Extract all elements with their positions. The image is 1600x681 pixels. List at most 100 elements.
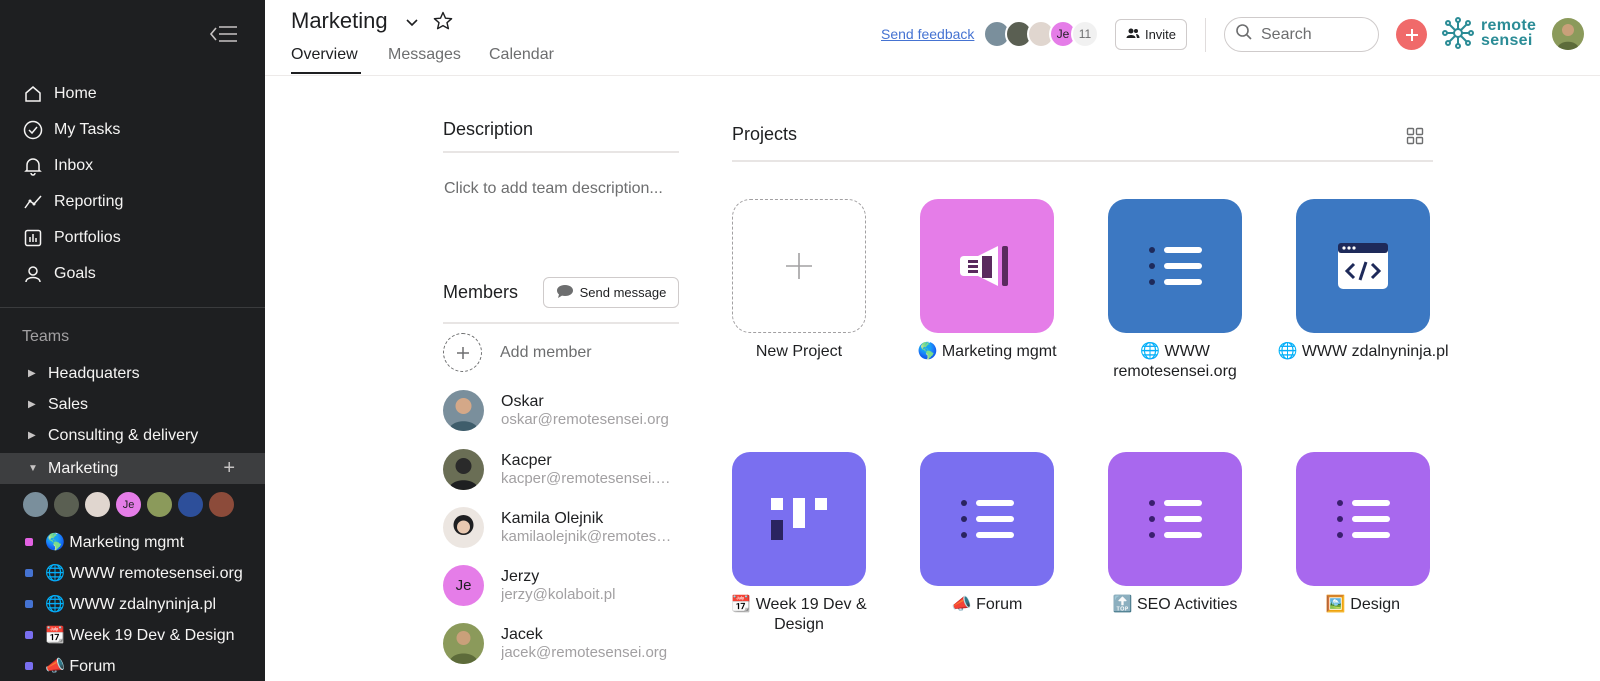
add-to-team-icon[interactable]: + — [223, 457, 235, 480]
list-icon — [1337, 500, 1390, 538]
members-heading: Members — [443, 282, 519, 302]
sidebar-item-my-tasks[interactable]: My Tasks — [0, 112, 265, 148]
member-name: Kamila Olejnik — [501, 509, 604, 527]
avatar: Je — [443, 564, 484, 606]
plus-icon — [1405, 28, 1418, 41]
project-tile-design[interactable] — [1296, 452, 1430, 586]
team-avatars[interactable]: Je 11 — [983, 20, 1099, 48]
avatar-initials: Je — [455, 576, 472, 594]
project-tile-label[interactable]: 📆 Week 19 Dev & Design — [705, 595, 893, 635]
new-project-tile[interactable] — [732, 199, 866, 333]
sidebar-item-home[interactable]: Home — [0, 76, 265, 112]
avatar[interactable] — [53, 491, 80, 518]
tab-calendar[interactable]: Calendar — [489, 46, 554, 64]
speech-bubble-icon — [556, 284, 574, 302]
avatar[interactable] — [146, 491, 173, 518]
project-tile-label[interactable]: 🌎 Marketing mgmt — [893, 342, 1081, 362]
team-headquaters[interactable]: ▶ Headquaters — [0, 358, 265, 389]
project-tile-label[interactable]: 🌐 WWW remotesensei.org — [1081, 342, 1269, 382]
member-row[interactable]: Kacper kacper@remotesensei.org — [443, 447, 683, 491]
tab-overview[interactable]: Overview — [291, 46, 358, 64]
plus-icon — [786, 253, 812, 279]
sidebar-project-link[interactable]: 🌎 Marketing mgmt — [0, 526, 265, 557]
new-project-label[interactable]: New Project — [705, 342, 893, 362]
add-member-button[interactable]: Add member — [443, 333, 592, 372]
check-circle-icon — [22, 119, 44, 141]
avatar[interactable] — [208, 491, 235, 518]
board-icon — [771, 498, 827, 540]
caret-right-icon[interactable]: ▶ — [0, 399, 48, 410]
team-marketing[interactable]: ▼ Marketing + — [0, 453, 265, 484]
star-icon[interactable] — [432, 10, 454, 32]
header-divider — [1205, 18, 1206, 52]
team-sales[interactable]: ▶ Sales — [0, 389, 265, 420]
project-tile-week-19[interactable] — [732, 452, 866, 586]
team-description-field[interactable]: Click to add team description... — [444, 180, 663, 198]
avatar[interactable]: Je — [115, 491, 142, 518]
code-window-icon — [1338, 243, 1388, 289]
list-icon — [1149, 500, 1202, 538]
project-tile-www-zdalnyninja[interactable] — [1296, 199, 1430, 333]
project-tile-seo-activities[interactable] — [1108, 452, 1242, 586]
collapse-sidebar-icon[interactable] — [208, 20, 240, 48]
teams-heading: Teams — [22, 328, 70, 345]
grid-view-icon[interactable] — [1406, 127, 1424, 145]
project-color-square — [25, 537, 33, 546]
caret-right-icon[interactable]: ▶ — [0, 430, 48, 441]
sidebar-item-label: Goals — [54, 265, 96, 282]
sidebar-item-inbox[interactable]: Inbox — [0, 148, 265, 184]
team-consulting-delivery[interactable]: ▶ Consulting & delivery — [0, 420, 265, 451]
project-tile-label[interactable]: 🔝 SEO Activities — [1081, 595, 1269, 615]
caret-right-icon[interactable]: ▶ — [0, 368, 48, 379]
sidebar-project-link[interactable]: 📣 Forum — [0, 650, 265, 681]
project-link-label: 📆 Week 19 Dev & Design — [45, 626, 235, 644]
caret-down-icon[interactable]: ▼ — [0, 463, 48, 474]
sidebar-project-link[interactable]: 🌐 WWW remotesensei.org — [0, 557, 265, 588]
avatar — [443, 506, 484, 548]
member-email: kacper@remotesensei.org — [501, 469, 676, 487]
project-tile-www-remotesensei[interactable] — [1108, 199, 1242, 333]
avatar-initials: Je — [122, 498, 135, 511]
sidebar-item-reporting[interactable]: Reporting — [0, 184, 265, 220]
project-tile-label[interactable]: 🖼️ Design — [1269, 595, 1457, 615]
invite-button[interactable]: Invite — [1115, 19, 1187, 50]
member-count-badge[interactable]: 11 — [1071, 20, 1099, 48]
user-avatar[interactable] — [1552, 18, 1584, 50]
avatar[interactable] — [22, 491, 49, 518]
search-icon — [1235, 23, 1253, 46]
project-color-square — [25, 661, 33, 670]
quick-add-button[interactable] — [1396, 19, 1427, 50]
projects-divider — [732, 160, 1433, 162]
sidebar-project-link[interactable]: 📆 Week 19 Dev & Design — [0, 619, 265, 650]
send-message-button[interactable]: Send message — [543, 277, 679, 308]
logo-line-1: remote — [1481, 17, 1537, 34]
chevron-down-icon[interactable] — [402, 12, 422, 32]
project-link-label: 🌎 Marketing mgmt — [45, 533, 185, 551]
sidebar-item-portfolios[interactable]: Portfolios — [0, 220, 265, 256]
avatar[interactable] — [84, 491, 111, 518]
sidebar-item-label: My Tasks — [54, 121, 121, 138]
sidebar-item-goals[interactable]: Goals — [0, 256, 265, 292]
list-icon — [1149, 247, 1202, 285]
project-tile-label[interactable]: 🌐 WWW zdalnyninja.pl — [1269, 342, 1457, 362]
team-label: Sales — [48, 395, 89, 413]
description-heading: Description — [443, 119, 534, 139]
send-feedback-link[interactable]: Send feedback — [881, 26, 974, 42]
member-row[interactable]: Kamila Olejnik kamilaolejnik@remotesense… — [443, 505, 683, 549]
project-tile-label[interactable]: 📣 Forum — [893, 595, 1081, 615]
sidebar-project-link[interactable]: 🌐 WWW zdalnyninja.pl — [0, 588, 265, 619]
member-row[interactable]: Jacek jacek@remotesensei.org — [443, 621, 683, 665]
member-name: Jerzy — [501, 567, 540, 585]
sidebar-item-label: Home — [54, 85, 97, 102]
search-box[interactable] — [1224, 17, 1379, 52]
projects-heading: Projects — [732, 124, 798, 144]
member-row[interactable]: Je Jerzy jerzy@kolaboit.pl — [443, 563, 683, 607]
tab-messages[interactable]: Messages — [388, 46, 461, 64]
project-link-label: 🌐 WWW zdalnyninja.pl — [45, 595, 217, 613]
avatar[interactable] — [177, 491, 204, 518]
project-tile-forum[interactable] — [920, 452, 1054, 586]
search-input[interactable] — [1261, 25, 1371, 44]
member-row[interactable]: Oskar oskar@remotesensei.org — [443, 388, 683, 432]
member-email: jacek@remotesensei.org — [501, 643, 668, 661]
project-tile-marketing-mgmt[interactable] — [920, 199, 1054, 333]
